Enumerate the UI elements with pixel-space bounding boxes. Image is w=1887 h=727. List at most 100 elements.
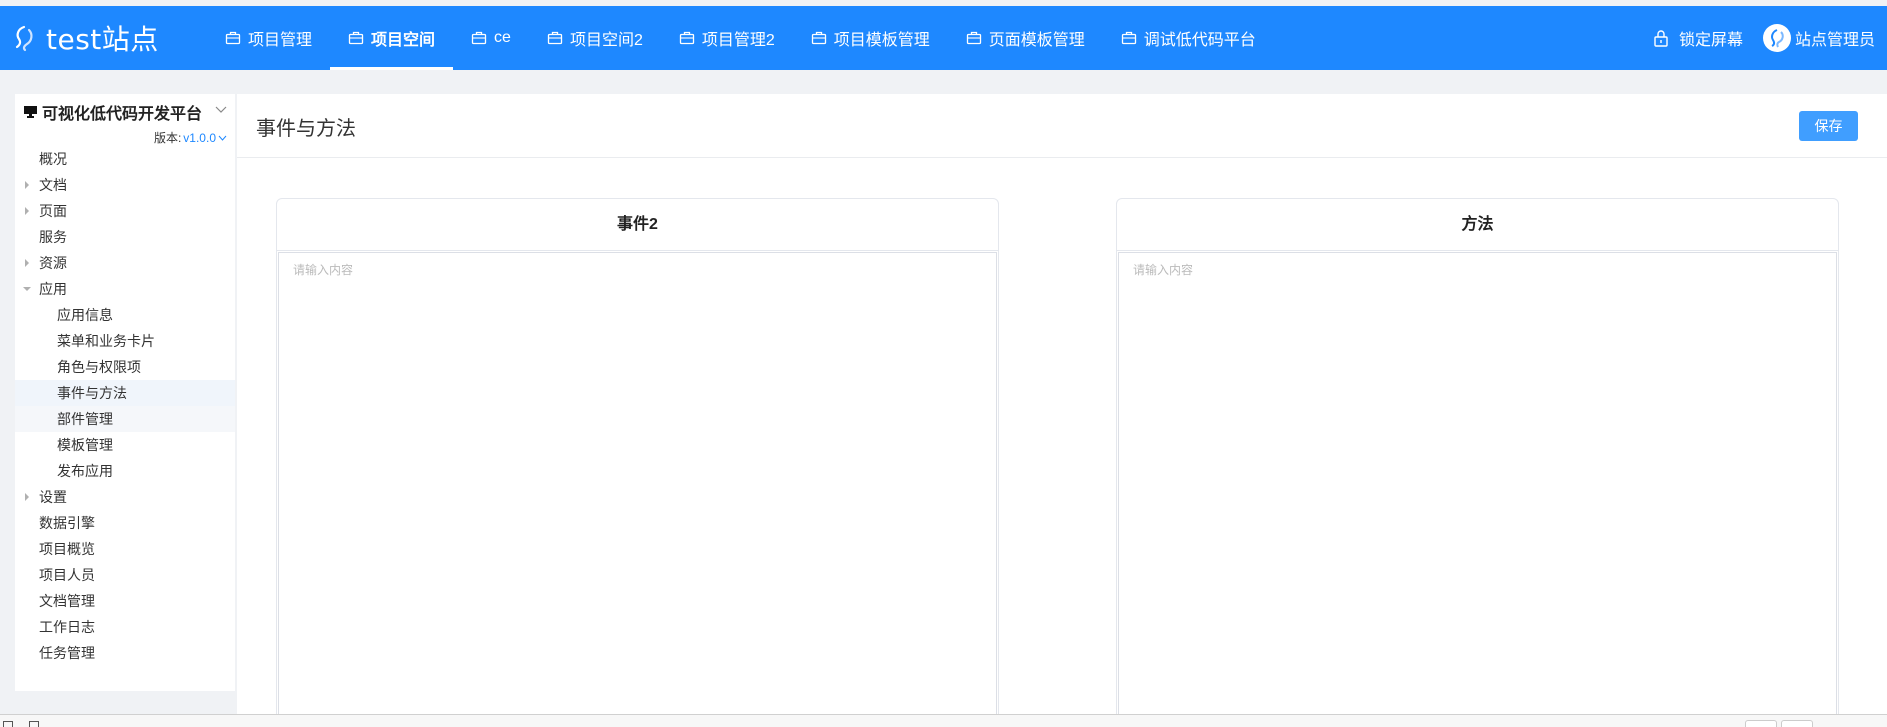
nav-tab-label: 项目模板管理 bbox=[833, 32, 930, 49]
version-selector[interactable]: 版本: v1.0.0 bbox=[154, 129, 227, 146]
devtools-strip bbox=[0, 714, 1887, 727]
page-header: 事件与方法 保存 bbox=[237, 94, 1887, 158]
sidebar-menu-item[interactable]: 数据引擎 bbox=[15, 510, 235, 536]
sidebar-menu-label: 项目概览 bbox=[39, 541, 95, 557]
sidebar-menu-label: 应用 bbox=[39, 281, 67, 297]
briefcase-icon bbox=[471, 31, 487, 45]
save-button[interactable]: 保存 bbox=[1799, 111, 1858, 141]
methods-editor bbox=[1118, 252, 1837, 714]
briefcase-icon bbox=[966, 31, 981, 45]
version-value: v1.0.0 bbox=[183, 130, 216, 145]
sidebar-menu-label: 部件管理 bbox=[57, 411, 113, 427]
sidebar-menu-label: 应用信息 bbox=[57, 307, 113, 323]
caret-right-icon bbox=[25, 207, 29, 215]
monitor-icon bbox=[24, 106, 37, 118]
nav-tab[interactable]: 项目空间 bbox=[330, 6, 454, 70]
sidebar-menu-item[interactable]: 模板管理 bbox=[15, 432, 235, 458]
sidebar-menu-item[interactable]: 应用 bbox=[15, 276, 235, 302]
user-name: 站点管理员 bbox=[1794, 32, 1875, 49]
briefcase-icon bbox=[547, 31, 563, 45]
methods-textarea[interactable] bbox=[1119, 253, 1836, 714]
sidebar-menu-item[interactable]: 发布应用 bbox=[15, 458, 235, 484]
sidebar-menu-label: 设置 bbox=[39, 489, 67, 505]
sidebar-menu-item[interactable]: 事件与方法 bbox=[15, 380, 235, 406]
sidebar-menu-item[interactable]: 设置 bbox=[15, 484, 235, 510]
sidebar-menu-item[interactable]: 文档管理 bbox=[15, 588, 235, 614]
sidebar: 可视化低代码开发平台 版本: v1.0.0 概况文档页面服务资源应用应用信息菜单… bbox=[15, 94, 235, 691]
events-textarea[interactable] bbox=[279, 253, 996, 714]
events-editor bbox=[278, 252, 997, 714]
sidebar-menu-item[interactable]: 概况 bbox=[15, 146, 235, 172]
sidebar-menu-item[interactable]: 任务管理 bbox=[15, 640, 235, 666]
nav-tab[interactable]: 调试低代码平台 bbox=[1103, 6, 1274, 70]
device-toolbar-icon[interactable] bbox=[29, 721, 39, 727]
sidebar-menu-label: 模板管理 bbox=[57, 437, 113, 453]
briefcase-icon bbox=[225, 31, 241, 45]
sidebar-menu-item[interactable]: 资源 bbox=[15, 250, 235, 276]
page-title: 事件与方法 bbox=[256, 118, 356, 140]
briefcase-icon bbox=[348, 31, 364, 45]
sidebar-menu-item[interactable]: 菜单和业务卡片 bbox=[15, 328, 235, 354]
briefcase-icon bbox=[811, 31, 826, 45]
nav-tab[interactable]: 项目管理 bbox=[207, 6, 330, 70]
nav-tab[interactable]: 项目管理2 bbox=[661, 6, 793, 70]
nav-tab[interactable]: 项目模板管理 bbox=[793, 6, 948, 70]
avatar bbox=[1762, 24, 1791, 52]
top-right-actions: 锁定屏幕 站点管理员 bbox=[1633, 6, 1875, 70]
user-menu[interactable]: 站点管理员 bbox=[1762, 24, 1875, 52]
sidebar-menu: 概况文档页面服务资源应用应用信息菜单和业务卡片角色与权限项 事件与方法部件管理模板… bbox=[15, 146, 235, 666]
user-avatar-icon bbox=[1771, 29, 1784, 48]
top-navbar: test站点 项目管理 项目空间 ce 项目空间2 项目管理2 项目模板管理 页面模板管理 调… bbox=[0, 6, 1887, 70]
sidebar-menu-label: 服务 bbox=[39, 229, 67, 245]
version-label: 版本: bbox=[153, 131, 182, 145]
error-count-badge[interactable] bbox=[1745, 720, 1777, 727]
sidebar-menu-item[interactable]: 项目人员 bbox=[15, 562, 235, 588]
sidebar-menu-label: 发布应用 bbox=[57, 463, 113, 479]
sidebar-menu-item[interactable]: 部件管理 bbox=[15, 406, 235, 432]
sidebar-menu-item[interactable]: 项目概览 bbox=[15, 536, 235, 562]
sidebar-menu-label: 文档 bbox=[39, 177, 67, 193]
caret-right-icon bbox=[25, 259, 29, 267]
sidebar-menu-item[interactable]: 文档 bbox=[15, 172, 235, 198]
sidebar-menu-item[interactable]: 角色与权限项 bbox=[15, 354, 235, 380]
lock-screen-label: 锁定屏幕 bbox=[1678, 32, 1743, 49]
caret-right-icon bbox=[25, 181, 29, 189]
project-title-text: 可视化低代码开发平台 bbox=[42, 106, 203, 123]
nav-tab-label: 项目空间2 bbox=[569, 32, 643, 49]
brand[interactable]: test站点 bbox=[0, 6, 200, 70]
chevron-down-icon bbox=[218, 135, 227, 141]
nav-tab-label: 调试低代码平台 bbox=[1143, 32, 1256, 49]
events-panel-title: 事件2 bbox=[277, 199, 998, 251]
caret-right-icon bbox=[25, 493, 29, 501]
nav-tab[interactable]: 项目空间2 bbox=[529, 6, 661, 70]
nav-tab-label: 项目管理 bbox=[248, 32, 313, 49]
sidebar-header: 可视化低代码开发平台 版本: v1.0.0 bbox=[15, 94, 235, 146]
sidebar-menu-label: 任务管理 bbox=[39, 645, 95, 661]
sidebar-menu-label: 事件与方法 bbox=[57, 385, 127, 401]
sidebar-menu-label: 文档管理 bbox=[39, 593, 95, 609]
sidebar-menu-label: 资源 bbox=[39, 255, 67, 271]
briefcase-icon bbox=[1121, 31, 1136, 45]
sidebar-menu-label: 角色与权限项 bbox=[57, 359, 141, 375]
logo-icon bbox=[15, 25, 33, 52]
methods-panel: 方法 bbox=[1116, 198, 1839, 714]
caret-down-icon bbox=[23, 287, 31, 291]
methods-panel-title: 方法 bbox=[1117, 199, 1838, 251]
lock-screen-button[interactable]: 锁定屏幕 bbox=[1653, 26, 1743, 50]
sidebar-menu-item[interactable]: 工作日志 bbox=[15, 614, 235, 640]
sidebar-menu-item[interactable]: 页面 bbox=[15, 198, 235, 224]
top-nav: 项目管理 项目空间 ce 项目空间2 项目管理2 项目模板管理 页面模板管理 调试低代码平台 bbox=[207, 6, 1274, 70]
brand-name: test站点 bbox=[46, 23, 159, 56]
main-content: 事件与方法 保存 事件2 方法 bbox=[237, 94, 1887, 714]
nav-tab[interactable]: 页面模板管理 bbox=[948, 6, 1103, 70]
sidebar-menu-item[interactable]: 应用信息 bbox=[15, 302, 235, 328]
nav-tab-label: 页面模板管理 bbox=[988, 32, 1085, 49]
nav-tab[interactable]: ce bbox=[453, 6, 529, 70]
inspect-icon[interactable] bbox=[3, 721, 13, 727]
nav-tab-label: 项目空间 bbox=[371, 32, 436, 49]
briefcase-icon bbox=[679, 31, 694, 45]
sidebar-menu-item[interactable]: 服务 bbox=[15, 224, 235, 250]
issue-count-badge[interactable] bbox=[1781, 720, 1813, 727]
chevron-down-icon[interactable] bbox=[215, 106, 227, 114]
sidebar-menu-label: 概况 bbox=[39, 151, 67, 167]
